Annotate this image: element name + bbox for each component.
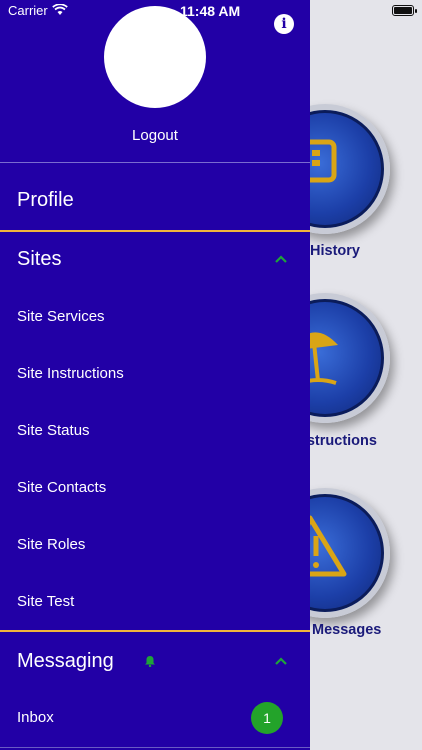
menu-item-site-status[interactable]: Site Status bbox=[17, 422, 90, 439]
divider bbox=[0, 747, 310, 748]
carrier-label: Carrier bbox=[8, 3, 48, 18]
tile-history-label: History bbox=[310, 243, 360, 259]
chevron-up-icon[interactable] bbox=[274, 656, 288, 666]
menu-section-messaging[interactable]: Messaging bbox=[17, 650, 114, 673]
clock: 11:48 AM bbox=[180, 3, 241, 19]
avatar[interactable] bbox=[104, 6, 206, 108]
wifi-icon bbox=[52, 4, 68, 15]
menu-item-inbox[interactable]: Inbox bbox=[17, 709, 54, 726]
menu-item-site-roles[interactable]: Site Roles bbox=[17, 536, 85, 553]
inbox-count-badge: 1 bbox=[251, 702, 283, 734]
divider bbox=[0, 162, 310, 163]
divider-gold bbox=[0, 230, 310, 232]
menu-item-site-test[interactable]: Site Test bbox=[17, 593, 74, 610]
logout-button[interactable]: Logout bbox=[0, 127, 310, 144]
menu-item-site-services[interactable]: Site Services bbox=[17, 308, 105, 325]
info-icon[interactable]: i bbox=[274, 14, 294, 34]
divider-gold bbox=[0, 630, 310, 632]
chevron-up-icon[interactable] bbox=[274, 254, 288, 264]
bell-icon bbox=[145, 656, 155, 667]
menu-item-site-instructions[interactable]: Site Instructions bbox=[17, 365, 124, 382]
menu-item-site-contacts[interactable]: Site Contacts bbox=[17, 479, 106, 496]
side-drawer: Carrier 11:48 AM i Logout Profile Sites … bbox=[0, 0, 310, 750]
battery-icon bbox=[392, 5, 417, 16]
menu-section-sites[interactable]: Sites bbox=[17, 248, 61, 271]
menu-item-profile[interactable]: Profile bbox=[17, 189, 74, 212]
tile-messages-label: Messages bbox=[312, 622, 382, 638]
